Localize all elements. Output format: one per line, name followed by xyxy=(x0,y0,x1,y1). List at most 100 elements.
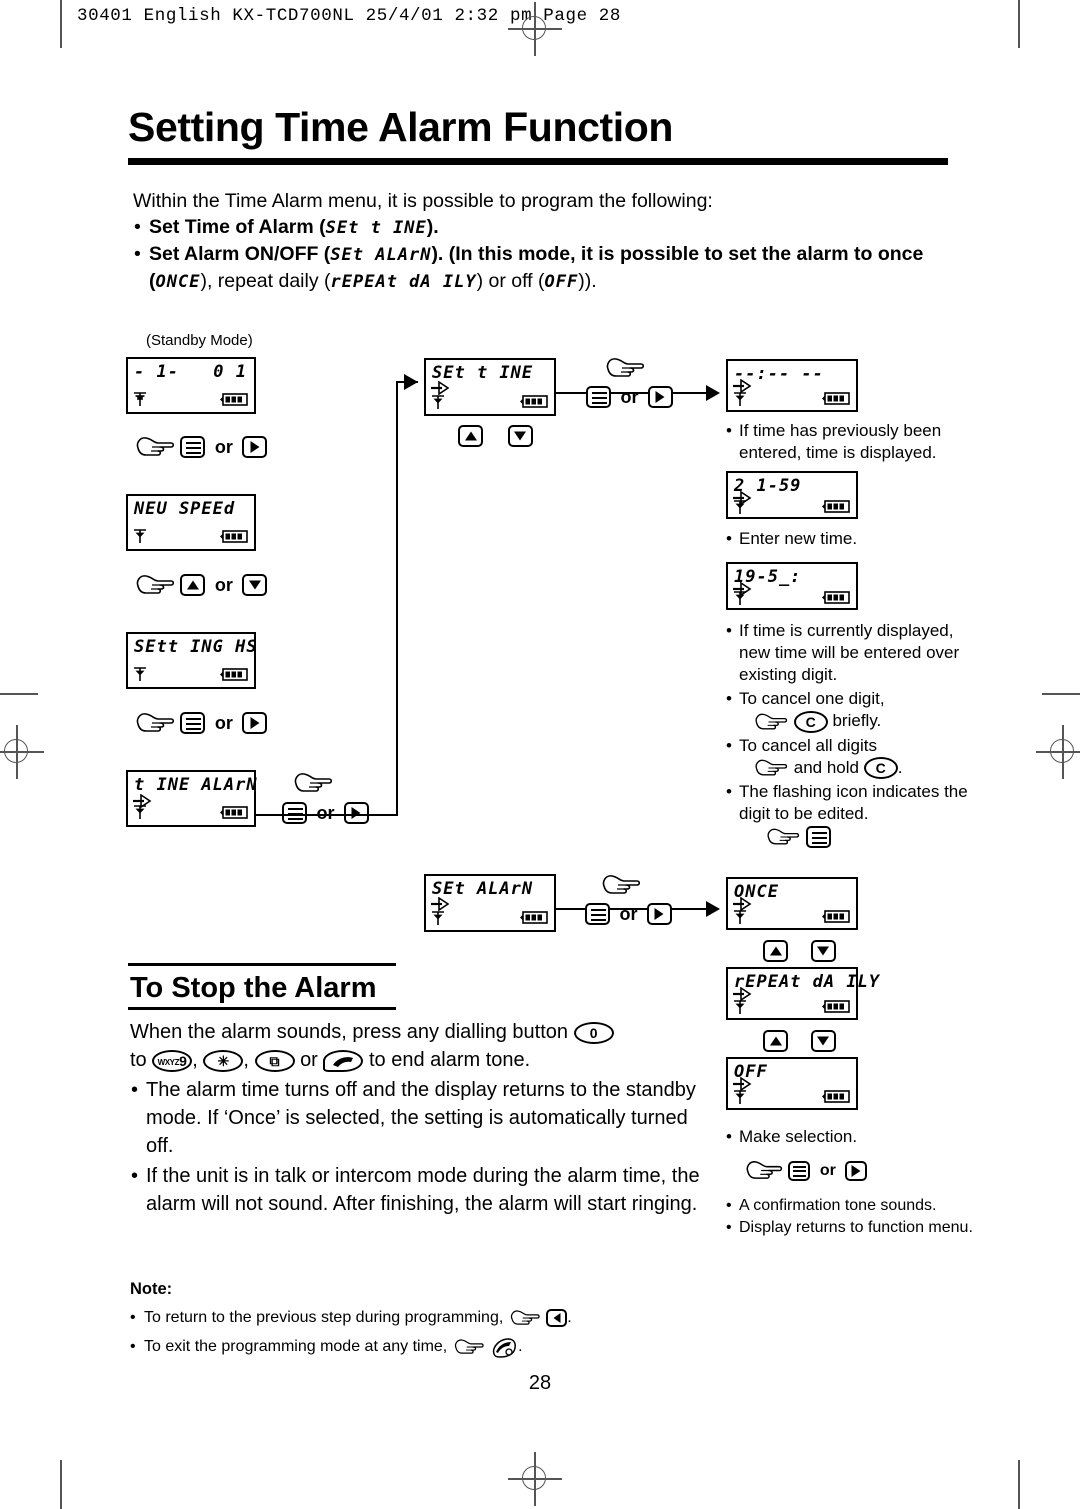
stop-alarm-heading-block: To Stop the Alarm xyxy=(128,963,398,1010)
down-arrow-key-icon[interactable] xyxy=(810,940,836,962)
antenna-icon xyxy=(134,667,146,681)
step-confirm-selection: or xyxy=(744,1158,868,1183)
antenna-icon xyxy=(734,1000,746,1014)
lcd-time-previous: 2 1-59 xyxy=(726,471,858,519)
hand-pointer-icon xyxy=(510,1310,540,1325)
right-arrow-key-icon[interactable] xyxy=(242,436,268,458)
note-time-previously-entered: If time has previously been entered, tim… xyxy=(726,420,976,464)
stop-alarm-bullet-2: If the unit is in talk or intercom mode … xyxy=(130,1162,715,1218)
registration-mark-left xyxy=(0,725,44,779)
note-text: Make selection. xyxy=(726,1126,976,1148)
battery-icon xyxy=(822,1000,850,1013)
power-off-key-icon[interactable] xyxy=(490,1336,518,1358)
key-9-icon[interactable]: WXYZ9 xyxy=(152,1049,193,1072)
down-arrow-key-icon[interactable] xyxy=(242,574,268,596)
edge-mark-bottom-right xyxy=(1018,1460,1020,1509)
stop-alarm-heading: To Stop the Alarm xyxy=(130,972,377,1004)
left-arrow-key-icon[interactable] xyxy=(546,1308,568,1327)
or-label: or xyxy=(214,436,233,457)
note-text: If time has previously been entered, tim… xyxy=(726,420,976,464)
note-text: To return to the previous step during pr… xyxy=(144,1309,504,1326)
manual-page: 30401 English KX-TCD700NL 25/4/01 2:32 p… xyxy=(0,0,1080,1509)
page-title: Setting Time Alarm Function xyxy=(128,104,674,150)
battery-icon xyxy=(220,530,248,543)
key-0-icon[interactable]: 0 xyxy=(573,1021,614,1044)
note-block: Note: To return to the previous step dur… xyxy=(130,1277,720,1359)
antenna-icon xyxy=(432,911,444,925)
stop-text: to xyxy=(130,1049,147,1071)
clear-key-icon[interactable]: C xyxy=(863,757,898,780)
note-heading: Note: xyxy=(130,1280,173,1298)
key-star-icon[interactable]: ✳ xyxy=(203,1049,244,1072)
right-arrow-key-icon[interactable] xyxy=(845,1160,868,1181)
right-notes-block: If time is currently displayed, new time… xyxy=(726,620,976,848)
note-text: A confirmation tone sounds. xyxy=(726,1196,976,1216)
edge-mark-bottom-left xyxy=(60,1460,62,1509)
note-text: and hold xyxy=(793,757,859,777)
antenna-icon xyxy=(432,395,444,409)
flow-line-h-bottom xyxy=(256,814,398,817)
note-text: . xyxy=(567,1309,572,1326)
or-label: or xyxy=(819,1161,836,1179)
antenna-icon xyxy=(134,392,146,406)
talk-key-icon[interactable] xyxy=(323,1049,364,1072)
up-arrow-key-icon[interactable] xyxy=(763,940,788,962)
or-label: or xyxy=(214,574,233,595)
menu-key-icon[interactable] xyxy=(282,802,307,824)
right-arrow-key-icon[interactable] xyxy=(646,903,672,925)
stop-alarm-body: When the alarm sounds, press any diallin… xyxy=(130,1018,715,1218)
up-arrow-key-icon[interactable] xyxy=(458,425,483,447)
down-arrow-key-icon[interactable] xyxy=(507,425,533,447)
lcd-time-blank: --:-- -- xyxy=(726,359,858,412)
intro-bullet1-close: ). xyxy=(426,216,439,238)
menu-key-icon[interactable] xyxy=(180,436,206,458)
hand-pointer-icon xyxy=(454,1339,484,1354)
right-arrow-key-icon[interactable] xyxy=(343,802,369,824)
right-arrow-key-icon[interactable] xyxy=(242,712,268,734)
battery-icon xyxy=(520,911,548,924)
note-return-previous-step: To return to the previous step during pr… xyxy=(130,1306,720,1330)
lcd-set-time-text: SEt t INE xyxy=(432,363,534,383)
up-arrow-key-icon[interactable] xyxy=(763,1030,788,1052)
comma: , xyxy=(243,1049,249,1071)
step-once-scroll xyxy=(763,940,836,962)
flow-line-v xyxy=(396,381,399,816)
step-repeat-scroll xyxy=(763,1030,836,1052)
menu-key-icon[interactable] xyxy=(585,903,610,925)
lcd-time-new: 19-5_: xyxy=(726,562,858,610)
menu-key-icon[interactable] xyxy=(180,712,206,734)
note-exit-programming: To exit the programming mode at any time… xyxy=(130,1335,720,1359)
hand-pointer-icon xyxy=(755,759,788,776)
lcd-set-time: SEt t INE xyxy=(424,358,556,416)
or-label: or xyxy=(316,802,335,823)
right-arrow-key-icon[interactable] xyxy=(647,386,673,408)
down-arrow-key-icon[interactable] xyxy=(810,1030,836,1052)
note-text: . xyxy=(518,1338,523,1355)
cursor-arrow-icon xyxy=(431,381,450,395)
hand-pointer-icon xyxy=(136,437,175,456)
lcd-inline-set-time: SEt t INE xyxy=(325,218,427,238)
stop-text: When the alarm sounds, press any diallin… xyxy=(130,1021,569,1043)
standby-mode-label: (Standby Mode) xyxy=(146,332,253,349)
stop-text: or xyxy=(300,1049,318,1071)
flow-arrow-into-time-entry xyxy=(706,385,720,401)
clear-key-icon[interactable]: C xyxy=(793,710,828,733)
menu-key-icon[interactable] xyxy=(586,386,611,408)
up-arrow-key-icon[interactable] xyxy=(180,574,206,596)
edge-mark-right xyxy=(1042,693,1080,695)
intro-bullet2-label: Set Alarm ON/OFF ( xyxy=(149,243,331,265)
key-hash-icon[interactable]: ⧉ xyxy=(254,1049,295,1072)
step-confirm-set-alarm: or xyxy=(585,903,672,925)
antenna-icon xyxy=(734,910,746,924)
stop-text: to end alarm tone. xyxy=(368,1049,531,1071)
lcd-once: ONCE xyxy=(726,877,858,930)
menu-key-icon[interactable] xyxy=(805,825,831,848)
step-settings-to-timealarm: or xyxy=(134,710,268,736)
note-make-selection: Make selection. xyxy=(726,1126,976,1148)
lcd-new-speed-text: NEU SPEEd xyxy=(134,499,236,519)
antenna-icon xyxy=(734,392,746,406)
menu-key-icon[interactable] xyxy=(788,1160,811,1181)
lcd-off: OFF xyxy=(726,1057,858,1110)
comma: , xyxy=(192,1049,198,1071)
hand-pointer-icon xyxy=(767,828,800,844)
